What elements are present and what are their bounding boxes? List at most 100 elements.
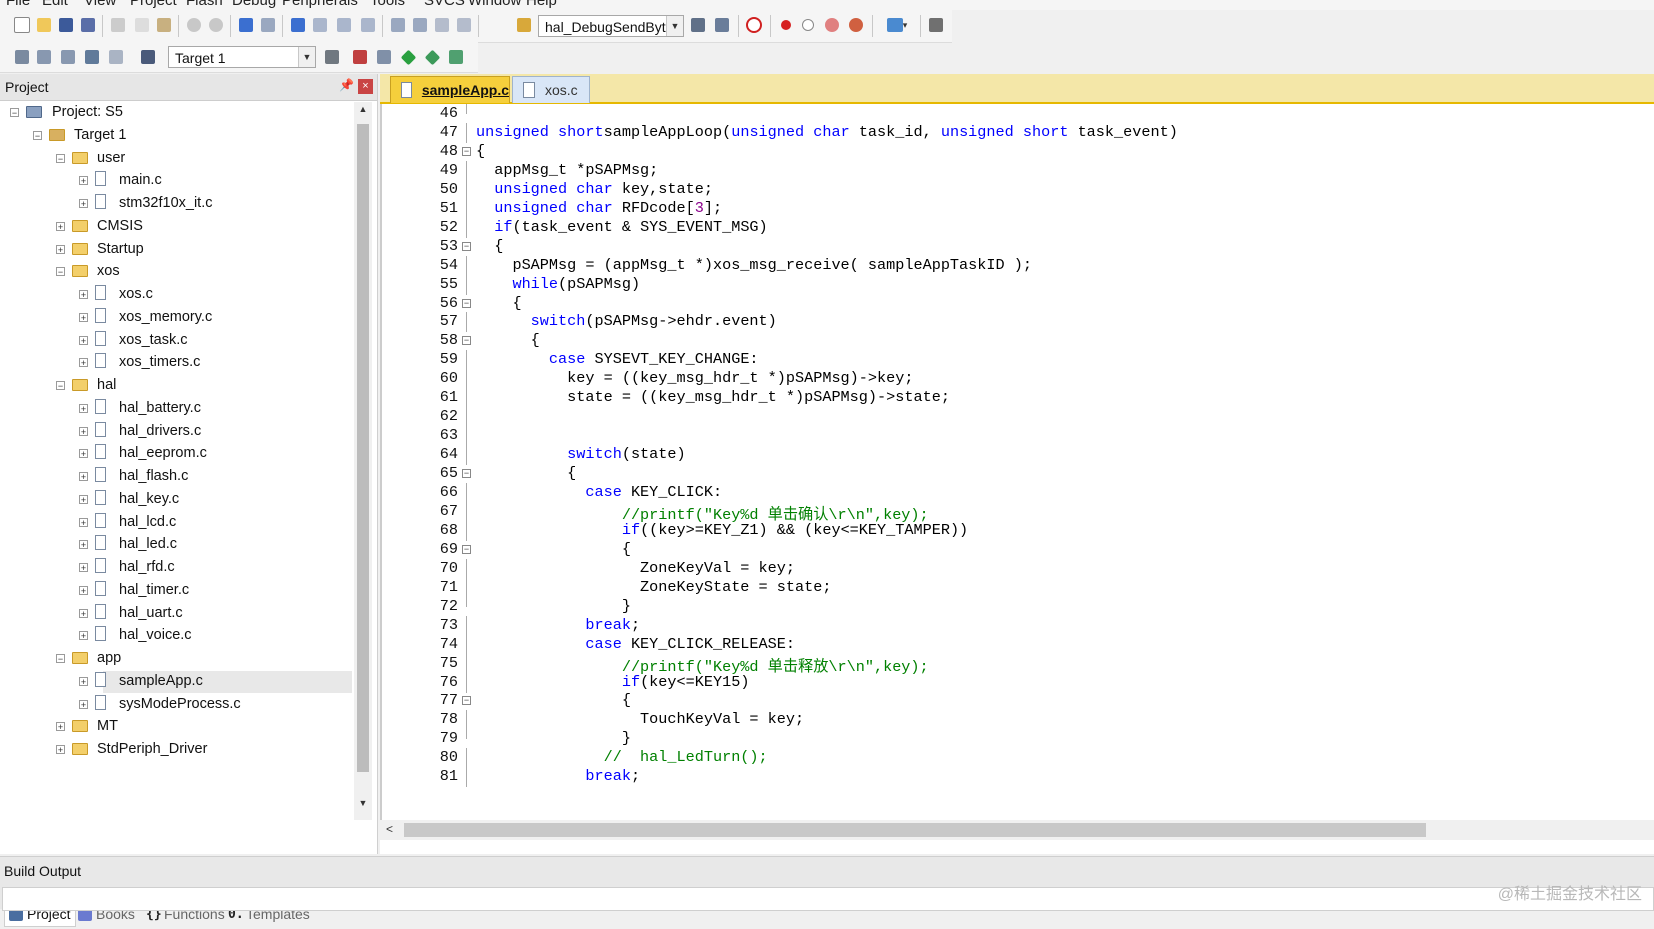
tree-file-item[interactable]: + hal_drivers.c	[0, 421, 352, 443]
menu-item[interactable]: Tools	[370, 0, 405, 9]
nav-forward-icon[interactable]	[258, 15, 278, 35]
expand-icon[interactable]: +	[79, 517, 88, 527]
menu-item[interactable]: Flash	[186, 0, 223, 9]
translate-icon[interactable]	[12, 47, 32, 67]
fold-collapse-icon[interactable]: −	[462, 696, 471, 706]
save-icon[interactable]	[56, 15, 76, 35]
tree-file-item[interactable]: + hal_battery.c	[0, 398, 352, 420]
clear-bookmarks-icon[interactable]	[358, 15, 378, 35]
tree-folder-item[interactable]: + Startup	[0, 239, 352, 261]
collapse-icon[interactable]: −	[56, 267, 65, 277]
code-line[interactable]: 74 case KEY_CLICK_RELEASE:	[382, 634, 1654, 655]
tree-file-item[interactable]: + xos_memory.c	[0, 307, 352, 329]
manage-components-icon[interactable]	[374, 47, 394, 67]
start-debug-icon[interactable]	[744, 15, 764, 35]
expand-icon[interactable]: +	[79, 426, 88, 436]
code-line[interactable]: 79 }	[382, 729, 1654, 749]
menu-item[interactable]: Peripherals	[282, 0, 358, 9]
tree-file-item[interactable]: + hal_flash.c	[0, 466, 352, 488]
menu-item[interactable]: File	[6, 0, 30, 9]
code-line[interactable]: 66 case KEY_CLICK:	[382, 483, 1654, 503]
code-line[interactable]: 63	[382, 426, 1654, 447]
green-diamond-icon[interactable]	[398, 47, 418, 67]
menu-item[interactable]: Help	[526, 0, 557, 9]
tree-file-item[interactable]: + hal_eeprom.c	[0, 443, 352, 465]
function-combo[interactable]: hal_DebugSendByte ▼	[538, 15, 684, 37]
code-line[interactable]: 68 if((key>=KEY_Z1) && (key<=KEY_TAMPER)…	[382, 520, 1654, 541]
code-line[interactable]: 64 switch(state)	[382, 445, 1654, 466]
expand-icon[interactable]: +	[79, 312, 88, 322]
code-line[interactable]: 57 switch(pSAPMsg->ehdr.event)	[382, 312, 1654, 333]
code-line[interactable]: 67 //printf("Key%d 单击确认\r\n",key);	[382, 501, 1654, 524]
tree-file-item[interactable]: + sysModeProcess.c	[0, 694, 352, 716]
editor-hscroll-thumb[interactable]	[404, 823, 1426, 837]
prev-bookmark-icon[interactable]	[310, 15, 330, 35]
code-line[interactable]: 73 break;	[382, 615, 1654, 636]
window-layout-icon[interactable]: ▾	[880, 15, 914, 35]
tree-file-item[interactable]: + hal_lcd.c	[0, 512, 352, 534]
tree-folder-item[interactable]: + StdPeriph_Driver	[0, 739, 352, 761]
open-folder-icon[interactable]	[34, 15, 54, 35]
expand-icon[interactable]: +	[79, 199, 88, 209]
fold-collapse-icon[interactable]: −	[462, 146, 471, 156]
code-line[interactable]: 53− {	[382, 237, 1654, 257]
tree-file-item[interactable]: + hal_key.c	[0, 489, 352, 511]
code-line[interactable]: 51 unsigned char RFDcode[3];	[382, 198, 1654, 219]
tree-file-item[interactable]: + main.c	[0, 170, 352, 192]
redo-icon[interactable]	[206, 15, 226, 35]
tree-scrollbar[interactable]: ▲ ▼	[354, 102, 372, 820]
expand-icon[interactable]: +	[56, 244, 65, 254]
indent-icon[interactable]	[388, 15, 408, 35]
cut-icon[interactable]	[108, 15, 128, 35]
editor-hscrollbar[interactable]: <	[380, 820, 1654, 840]
paste-icon[interactable]	[154, 15, 174, 35]
code-line[interactable]: 58− {	[382, 331, 1654, 351]
editor-tab-sampleApp-c[interactable]: sampleApp.c	[390, 76, 510, 103]
code-line[interactable]: 70 ZoneKeyVal = key;	[382, 558, 1654, 579]
code-line[interactable]: 77− {	[382, 691, 1654, 711]
tree-file-item[interactable]: + hal_led.c	[0, 534, 352, 556]
menu-item[interactable]: View	[84, 0, 116, 9]
tree-folder-item[interactable]: − app	[0, 648, 352, 670]
next-bookmark-icon[interactable]	[334, 15, 354, 35]
code-line[interactable]: 52 if(task_event & SYS_EVENT_MSG)	[382, 217, 1654, 238]
code-line[interactable]: 56− {	[382, 294, 1654, 314]
expand-icon[interactable]: +	[79, 631, 88, 641]
code-line[interactable]: 55 while(pSAPMsg)	[382, 274, 1654, 295]
comment-icon[interactable]	[432, 15, 452, 35]
expand-icon[interactable]: +	[79, 585, 88, 595]
collapse-icon[interactable]: −	[56, 654, 65, 664]
expand-icon[interactable]: +	[79, 676, 88, 686]
save-all-icon[interactable]	[78, 15, 98, 35]
code-line[interactable]: 59 case SYSEVT_KEY_CHANGE:	[382, 350, 1654, 371]
expand-icon[interactable]: +	[56, 221, 65, 231]
chevron-down-icon[interactable]: ▼	[666, 16, 683, 36]
collapse-icon[interactable]: −	[56, 381, 65, 391]
tree-folder-item[interactable]: + CMSIS	[0, 216, 352, 238]
bookmark-icon[interactable]	[288, 15, 308, 35]
tree-file-item[interactable]: + xos_task.c	[0, 330, 352, 352]
scroll-down-icon[interactable]: ▼	[357, 798, 369, 812]
close-icon[interactable]: ×	[358, 79, 373, 94]
code-line[interactable]: 60 key = ((key_msg_hdr_t *)pSAPMsg)->key…	[382, 369, 1654, 390]
expand-icon[interactable]: +	[79, 563, 88, 573]
unindent-icon[interactable]	[410, 15, 430, 35]
tree-folder-item[interactable]: − hal	[0, 375, 352, 397]
code-line[interactable]: 54 pSAPMsg = (appMsg_t *)xos_msg_receive…	[382, 255, 1654, 276]
find-in-files-icon[interactable]	[688, 15, 708, 35]
collapse-icon[interactable]: −	[33, 130, 42, 140]
tree-folder-item[interactable]: + MT	[0, 716, 352, 738]
tree-file-item[interactable]: + hal_voice.c	[0, 625, 352, 647]
code-line[interactable]: 75 //printf("Key%d 单击释放\r\n",key);	[382, 653, 1654, 676]
menu-item[interactable]: Edit	[42, 0, 68, 9]
menu-item[interactable]: Project	[130, 0, 177, 9]
code-line[interactable]: 71 ZoneKeyState = state;	[382, 577, 1654, 598]
tree-file-item[interactable]: + xos.c	[0, 284, 352, 306]
configure-icon[interactable]	[926, 15, 946, 35]
code-line[interactable]: 62	[382, 407, 1654, 428]
tree-file-item[interactable]: + hal_timer.c	[0, 580, 352, 602]
code-area[interactable]: 46 47 unsigned shortsampleAppLoop(unsigned…	[380, 104, 1654, 820]
event-recorder-icon[interactable]	[446, 47, 466, 67]
tree-folder-item[interactable]: − user	[0, 148, 352, 170]
scroll-left-icon[interactable]: <	[386, 822, 393, 836]
